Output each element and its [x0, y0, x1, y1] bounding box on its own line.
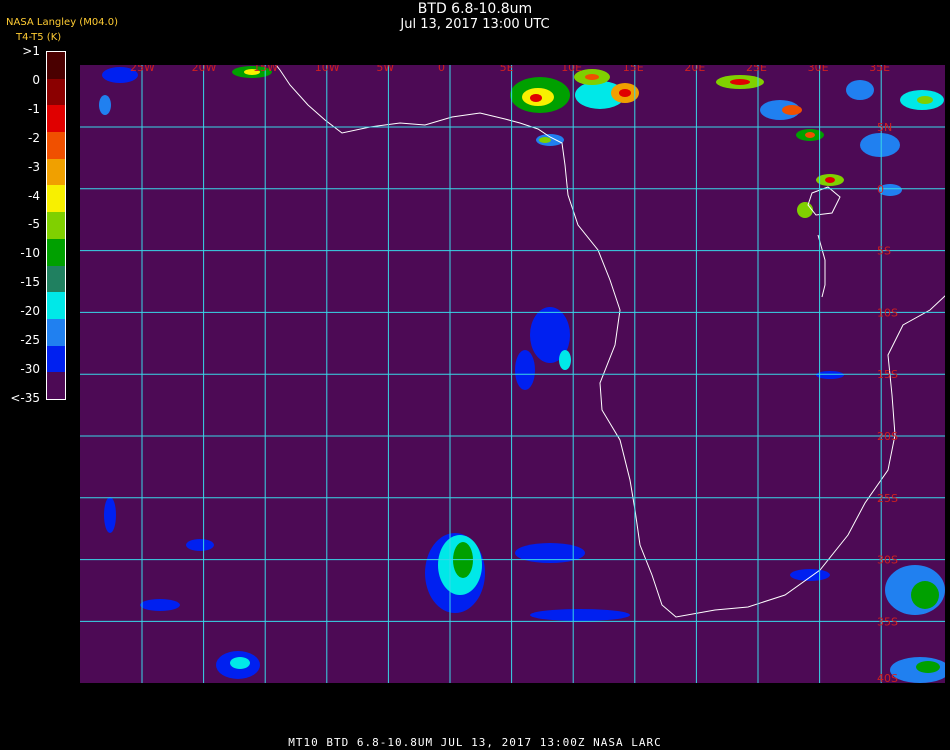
longitude-label: 10E	[561, 65, 582, 74]
longitude-label: 35E	[869, 65, 890, 74]
latitude-label: 5S	[877, 245, 891, 258]
units-label: T4-T5 (K)	[16, 32, 62, 43]
cloud-cell	[916, 661, 940, 673]
latitude-label: 20S	[877, 430, 898, 443]
legend-swatch	[47, 318, 65, 346]
lat-lon-grid	[80, 65, 945, 683]
cloud-cell	[917, 96, 933, 104]
legend-label: >1	[22, 44, 40, 58]
cloud-cell	[140, 599, 180, 611]
legend-swatch	[47, 212, 65, 240]
longitude-label: 5W	[376, 65, 394, 74]
cloud-cell	[104, 497, 116, 533]
longitude-label: 25E	[746, 65, 767, 74]
longitude-label: 10W	[315, 65, 340, 74]
longitude-label: 5E	[500, 65, 514, 74]
legend-label: -4	[28, 188, 40, 203]
latitude-label: 5N	[877, 121, 892, 134]
legend-label: -15	[20, 275, 40, 290]
legend-swatch	[47, 132, 65, 160]
cloud-cell	[782, 105, 802, 115]
legend-swatch	[47, 105, 65, 133]
legend-swatch	[47, 372, 65, 400]
cloud-cell	[816, 371, 844, 379]
legend-label: -3	[28, 159, 40, 174]
cloud-cell	[515, 350, 535, 390]
cloud-cell	[797, 202, 813, 218]
latitude-label: 40S	[877, 672, 898, 683]
lake-tanganyika	[817, 234, 826, 298]
cloud-cell	[186, 539, 214, 551]
legend-swatch	[47, 345, 65, 373]
color-legend	[46, 51, 66, 400]
legend-swatch	[47, 292, 65, 320]
longitude-label: 15W	[253, 65, 278, 74]
legend-label: -20	[20, 304, 40, 319]
cloud-cell	[230, 657, 250, 669]
cloud-cell	[539, 137, 551, 143]
legend-label: <-35	[10, 390, 40, 405]
longitude-label: 0	[438, 65, 445, 74]
satellite-map[interactable]: 25W 20W 15W 10W 5W 0 5E 10E 15E 20E 25E 30E 35E 5N 0 5S…	[80, 65, 945, 683]
footer-caption: MT10 BTD 6.8-10.8UM JUL 13, 2017 13:00Z …	[288, 736, 662, 749]
legend-swatch	[47, 185, 65, 213]
legend-label: -1	[28, 101, 40, 116]
map-canvas: 25W 20W 15W 10W 5W 0 5E 10E 15E 20E 25E 30E 35E 5N 0 5S…	[80, 65, 945, 683]
source-label: NASA Langley (M04.0)	[6, 17, 118, 28]
lake-victoria	[807, 186, 841, 216]
latitude-label: 15S	[877, 368, 898, 381]
legend-label: 0	[32, 72, 40, 87]
cloud-cell	[825, 177, 835, 183]
cloud-cell	[619, 89, 631, 97]
legend-swatch	[47, 238, 65, 266]
cloud-cell	[730, 79, 750, 85]
legend-swatch	[47, 158, 65, 186]
longitude-label: 20W	[192, 65, 217, 74]
cloud-cell	[530, 609, 630, 621]
longitude-label: 30E	[808, 65, 829, 74]
legend-label: -2	[28, 130, 40, 145]
legend-swatch	[47, 265, 65, 293]
longitude-label: 25W	[130, 65, 155, 74]
longitude-label: 20E	[684, 65, 705, 74]
coastline	[275, 65, 945, 618]
cloud-cell	[585, 74, 599, 80]
map-title: BTD 6.8-10.8um	[417, 1, 533, 17]
cloud-cell	[530, 94, 542, 102]
africa-coastline	[275, 65, 945, 618]
legend-swatch	[47, 78, 65, 106]
cloud-cell	[860, 133, 900, 157]
latitude-label: 30S	[877, 554, 898, 567]
cloud-cell	[790, 569, 830, 581]
legend-label: -25	[20, 333, 40, 347]
legend-swatch	[47, 52, 65, 79]
latitude-label: 25S	[877, 492, 898, 505]
longitude-label: 15E	[623, 65, 644, 74]
cloud-cell	[99, 95, 111, 115]
legend-label: -10	[20, 246, 40, 261]
legend-label: -5	[28, 217, 40, 232]
map-timestamp: Jul 13, 2017 13:00 UTC	[400, 17, 550, 32]
legend-label: -30	[20, 361, 40, 376]
latitude-label: 35S	[877, 615, 898, 628]
latitude-label: 10S	[877, 306, 898, 319]
cloud-cell	[805, 132, 815, 138]
cloud-cell	[911, 581, 939, 609]
cloud-cell	[559, 350, 571, 370]
cloud-cell	[846, 80, 874, 100]
latitude-label: 0	[877, 183, 884, 196]
